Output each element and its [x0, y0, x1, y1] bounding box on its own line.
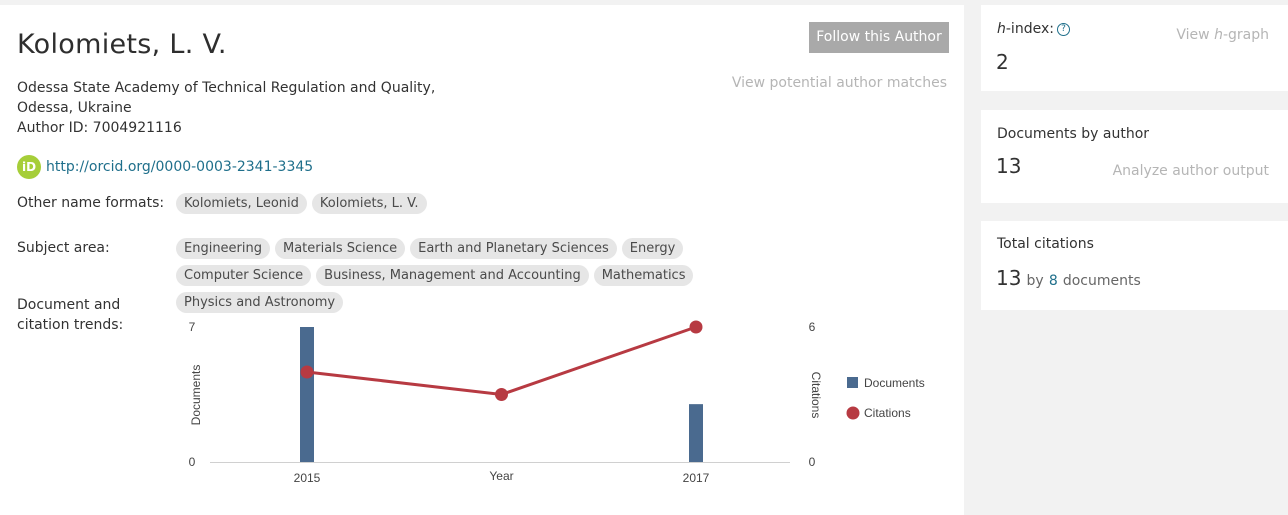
documents-card: Documents by author 13 Analyze author ou…	[981, 110, 1288, 203]
hindex-label: h-index:?	[997, 21, 1070, 37]
right-axis-tick-label: 0	[809, 455, 816, 469]
x-axis-tick-label: 2015	[294, 471, 321, 485]
subject-area-label: Subject area:	[17, 240, 110, 256]
orcid-row: iD http://orcid.org/0000-0003-2341-3345	[17, 155, 313, 179]
hindex-card: h-index:? View h-graph 2	[981, 5, 1288, 91]
view-hgraph-prefix: View	[1176, 27, 1215, 43]
help-icon[interactable]: ?	[1056, 22, 1070, 36]
author-details-card: Kolomiets, L. V. Follow this Author View…	[0, 5, 964, 515]
trends-label: Document and citation trends:	[17, 295, 123, 335]
right-axis-tick-label: 6	[809, 320, 816, 334]
affiliation-line-1: Odessa State Academy of Technical Regula…	[17, 80, 436, 96]
citations-label: Total citations	[997, 236, 1094, 252]
documents-label: Documents by author	[997, 126, 1150, 142]
documents-bar	[689, 404, 703, 462]
analyze-author-output-link[interactable]: Analyze author output	[1113, 163, 1269, 179]
hindex-label-text: -index:	[1005, 21, 1054, 37]
legend-citations-label: Citations	[864, 406, 911, 420]
view-hgraph-suffix: -graph	[1222, 27, 1269, 43]
legend-citations-swatch	[846, 406, 860, 420]
trends-label-line-2: citation trends:	[17, 317, 124, 333]
documents-bar	[300, 327, 314, 462]
citations-point	[300, 365, 314, 379]
left-axis-tick-label: 0	[189, 455, 196, 469]
citations-line	[306, 325, 697, 397]
citations-doc-suffix: documents	[1062, 273, 1141, 289]
citations-card: Total citations 13 by 8 documents	[981, 221, 1288, 310]
view-potential-matches-link[interactable]: View potential author matches	[732, 75, 947, 91]
citations-summary: 13 by 8 documents	[996, 266, 1141, 290]
left-axis-tick-label: 7	[189, 320, 196, 334]
left-axis-label: Documents	[189, 365, 203, 426]
orcid-link[interactable]: http://orcid.org/0000-0003-2341-3345	[46, 159, 313, 175]
legend-documents-swatch	[847, 377, 858, 388]
subject-tag[interactable]: Earth and Planetary Sciences	[410, 238, 617, 259]
hindex-label-prefix: h	[997, 21, 1006, 37]
author-id: Author ID: 7004921116	[17, 120, 182, 136]
affiliation-line-2: Odessa, Ukraine	[17, 100, 132, 116]
subject-tag[interactable]: Mathematics	[593, 265, 694, 286]
view-hgraph-italic: h	[1214, 27, 1223, 43]
name-format-tag[interactable]: Kolomiets, Leonid	[176, 193, 307, 214]
legend-documents-label: Documents	[864, 376, 925, 390]
name-formats-list: Kolomiets, Leonid Kolomiets, L. V.	[176, 193, 776, 214]
trends-label-line-1: Document and	[17, 297, 121, 313]
x-axis-tick-label: 2017	[683, 471, 710, 485]
citations-point	[495, 388, 508, 401]
orcid-icon: iD	[17, 155, 41, 179]
citations-point	[689, 320, 703, 334]
subject-tag[interactable]: Business, Management and Accounting	[316, 265, 589, 286]
subject-tag[interactable]: Materials Science	[275, 238, 406, 259]
right-axis-label: Citations	[809, 372, 823, 419]
author-name: Kolomiets, L. V.	[17, 29, 227, 60]
citing-documents-link[interactable]: 8	[1049, 273, 1058, 289]
author-affiliation: Odessa State Academy of Technical Regula…	[17, 78, 435, 138]
x-axis-label: Year	[489, 469, 513, 483]
subject-area-list: Engineering Materials Science Earth and …	[176, 238, 776, 313]
view-hgraph-link[interactable]: View h-graph	[1176, 27, 1269, 43]
document-citation-trend-chart: 0 7 0 6 Documents Citations 2015 2017 Year Docume…	[189, 320, 925, 485]
citations-value: 13	[996, 266, 1022, 290]
name-formats-label: Other name formats:	[17, 195, 165, 211]
documents-value: 13	[996, 154, 1022, 178]
subject-tag[interactable]: Computer Science	[176, 265, 312, 286]
subject-tag[interactable]: Engineering	[176, 238, 270, 259]
name-format-tag[interactable]: Kolomiets, L. V.	[311, 193, 427, 214]
follow-author-button[interactable]: Follow this Author	[809, 22, 949, 53]
citations-by: by	[1026, 273, 1044, 289]
subject-tag[interactable]: Energy	[621, 238, 684, 259]
hindex-value: 2	[996, 50, 1009, 74]
